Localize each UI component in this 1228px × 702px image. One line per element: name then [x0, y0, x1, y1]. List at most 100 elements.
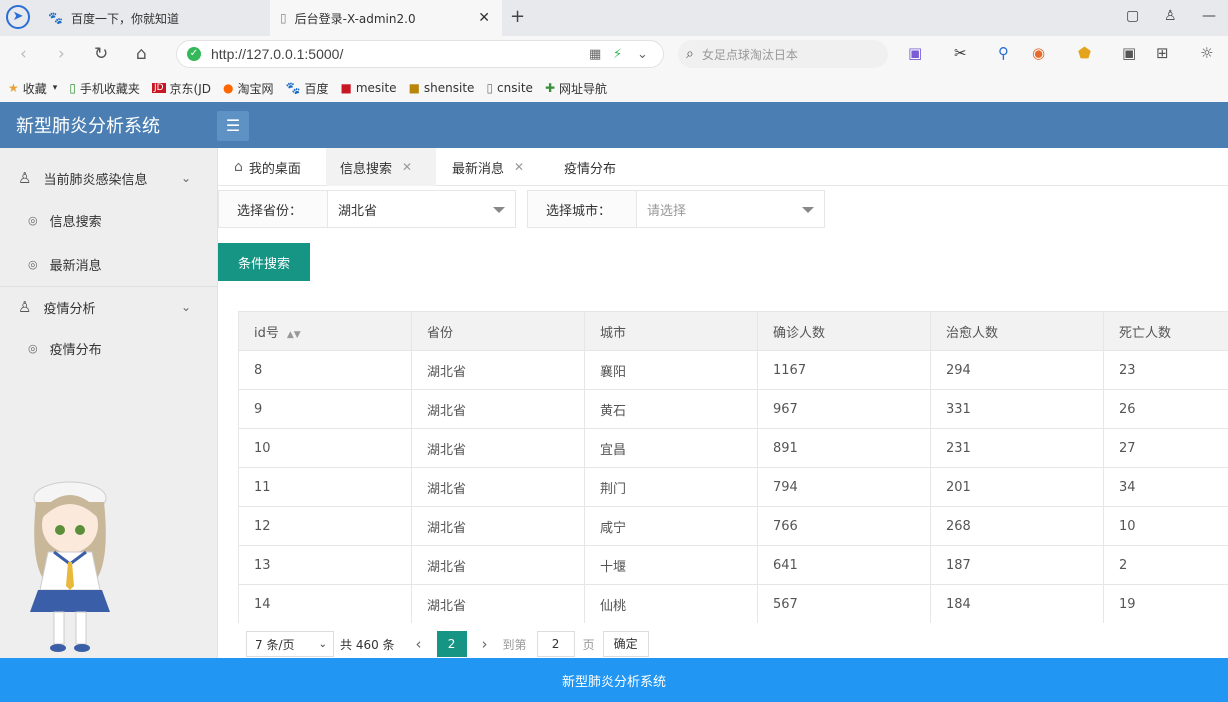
translate-icon[interactable]: ▣	[908, 44, 922, 62]
apps-grid-icon[interactable]: ⊞	[1156, 44, 1169, 62]
lightning-icon[interactable]: ⚡	[613, 47, 622, 62]
tab-info-search[interactable]: 信息搜索 ✕	[326, 148, 436, 186]
table-row[interactable]: 9 湖北省 黄石 967 331 26	[238, 389, 1228, 429]
table-header-row: id号 ▲▼ 省份 城市 确诊人数 治愈人数 死亡人数	[238, 311, 1228, 351]
province-select[interactable]: 湖北省	[328, 190, 516, 228]
column-header-deaths: 死亡人数	[1103, 311, 1228, 351]
close-tab-icon[interactable]: ✕	[478, 10, 490, 26]
qr-icon[interactable]: ▦	[589, 47, 601, 62]
browser-tab-admin[interactable]: ▯ 后台登录-X-admin2.0 ✕	[270, 0, 502, 36]
table-cell: 湖北省	[411, 584, 585, 623]
close-icon[interactable]: ✕	[402, 160, 412, 174]
bookmark-cnsite[interactable]: ▯ cnsite	[486, 81, 533, 95]
bookmark-jd[interactable]: JD 京东(JD	[151, 80, 211, 97]
minimize-icon[interactable]: —	[1202, 8, 1216, 24]
bookmark-mesite[interactable]: ■ mesite	[340, 81, 396, 95]
table-cell: 766	[757, 506, 931, 546]
chevron-down-icon: ⌄	[180, 171, 191, 185]
baidu-paw-icon: 🐾	[285, 81, 301, 95]
menu-toggle-button[interactable]: ☰	[217, 111, 249, 141]
tab-latest-news[interactable]: 最新消息 ✕	[438, 148, 548, 186]
caret-down-icon	[493, 207, 505, 213]
table-cell: 26	[1103, 389, 1228, 429]
gamepad-icon[interactable]: ◉	[1032, 44, 1045, 62]
pagination: 7 条/页 ⌄ 共 460 条 ‹ 2 › 到第 2 页 确定	[246, 630, 649, 658]
baidu-paw-icon: 🐾	[48, 11, 63, 25]
tab-count-icon[interactable]: ▢	[1126, 8, 1139, 24]
prev-page-icon[interactable]: ‹	[409, 635, 429, 653]
chevron-down-icon[interactable]: ⌄	[637, 47, 648, 62]
data-table: id号 ▲▼ 省份 城市 确诊人数 治愈人数 死亡人数 8 湖北省 襄阳 1167 294…	[238, 311, 1228, 623]
goto-page-input[interactable]: 2	[536, 631, 575, 657]
column-header-province: 省份	[411, 311, 585, 351]
sidebar-item-info-search[interactable]: ◎ 信息搜索	[0, 198, 217, 242]
compass-icon: ✚	[544, 81, 555, 95]
table-cell: 27	[1103, 428, 1228, 468]
box-icon[interactable]: ▣	[1122, 44, 1136, 62]
magnifier-icon[interactable]: ⚲	[998, 44, 1009, 62]
browser-tab-title: 百度一下，你就知道	[70, 11, 179, 26]
table-row[interactable]: 12 湖北省 咸宁 766 268 10	[238, 506, 1228, 546]
table-cell: 9	[238, 389, 412, 429]
shield-icon[interactable]: ⬟	[1078, 44, 1091, 62]
total-count: 共 460 条	[340, 637, 395, 652]
condition-search-button[interactable]: 条件搜索	[218, 243, 310, 281]
table-cell: 湖北省	[411, 428, 585, 468]
bookmark-mobile[interactable]: ▯ 手机收藏夹	[69, 80, 140, 97]
sidebar-group-infection[interactable]: ♙ 当前肺炎感染信息 ⌄	[0, 156, 217, 200]
city-select[interactable]: 请选择	[637, 190, 825, 228]
table-row[interactable]: 11 湖北省 荆门 794 201 34	[238, 467, 1228, 507]
shirt-icon[interactable]: ♙	[1164, 8, 1177, 24]
browser-search-box[interactable]: ⌕ 女足点球淘汰日本	[678, 40, 888, 68]
tab-distribution[interactable]: 疫情分布	[550, 148, 640, 186]
reload-icon[interactable]: ↻	[94, 44, 108, 64]
table-row[interactable]: 14 湖北省 仙桃 567 184 19	[238, 584, 1228, 623]
sidebar-item-latest-news[interactable]: ◎ 最新消息	[0, 242, 217, 286]
close-icon[interactable]: ✕	[514, 160, 524, 174]
brightness-icon[interactable]: ☼	[1200, 44, 1213, 62]
table-row[interactable]: 8 湖北省 襄阳 1167 294 23	[238, 350, 1228, 390]
bookmark-shensite[interactable]: ■ shensite	[409, 81, 475, 95]
sidebar-item-distribution[interactable]: ◎ 疫情分布	[0, 326, 217, 370]
table-cell: 187	[930, 545, 1104, 585]
user-icon: ♙	[18, 298, 32, 316]
sidebar-group-analysis[interactable]: ♙ 疫情分析 ⌄	[0, 285, 217, 329]
chevron-down-icon: ⌄	[180, 300, 191, 314]
table-cell: 231	[930, 428, 1104, 468]
page-icon: ▯	[280, 11, 287, 25]
table-cell: 23	[1103, 350, 1228, 390]
browser-tab-baidu[interactable]: 🐾 百度一下，你就知道	[38, 0, 268, 36]
city-label: 选择城市：	[527, 190, 637, 228]
shensite-icon: ■	[408, 81, 420, 95]
goto-confirm-button[interactable]: 确定	[602, 631, 649, 657]
bookmark-navigation[interactable]: ✚ 网址导航	[545, 80, 607, 97]
bookmark-favorites[interactable]: ★ 收藏 ▾	[8, 80, 57, 97]
scissors-icon[interactable]: ✂	[954, 44, 967, 62]
next-page-icon[interactable]: ›	[475, 635, 495, 653]
address-bar[interactable]: ✓ http://127.0.0.1:5000/ ▦ ⚡ ⌄	[176, 40, 664, 68]
page-size-select[interactable]: 7 条/页 ⌄	[246, 631, 334, 657]
table-cell: 268	[930, 506, 1104, 546]
table-cell: 湖北省	[411, 467, 585, 507]
browser-logo-icon[interactable]: ➤	[6, 5, 30, 29]
caret-down-icon	[802, 207, 814, 213]
new-tab-icon[interactable]: +	[510, 6, 525, 27]
table-row[interactable]: 13 湖北省 十堰 641 187 2	[238, 545, 1228, 585]
table-row[interactable]: 10 湖北省 宜昌 891 231 27	[238, 428, 1228, 468]
back-icon[interactable]: ‹	[20, 44, 27, 64]
column-header-id[interactable]: id号 ▲▼	[238, 311, 412, 351]
table-cell: 14	[238, 584, 412, 623]
address-url: http://127.0.0.1:5000/	[211, 46, 344, 62]
table-cell: 荆门	[584, 467, 758, 507]
table-cell: 34	[1103, 467, 1228, 507]
jd-icon: JD	[151, 83, 166, 93]
tab-desktop[interactable]: ⌂ 我的桌面	[226, 148, 326, 186]
bookmark-baidu[interactable]: 🐾 百度	[286, 80, 329, 97]
home-icon[interactable]: ⌂	[136, 44, 147, 64]
bookmark-taobao[interactable]: ● 淘宝网	[223, 80, 274, 97]
page-icon: ▯	[486, 81, 494, 95]
forward-icon[interactable]: ›	[58, 44, 65, 64]
sort-icon[interactable]: ▲▼	[287, 330, 301, 340]
secure-icon: ✓	[187, 47, 201, 61]
current-page[interactable]: 2	[436, 631, 467, 657]
